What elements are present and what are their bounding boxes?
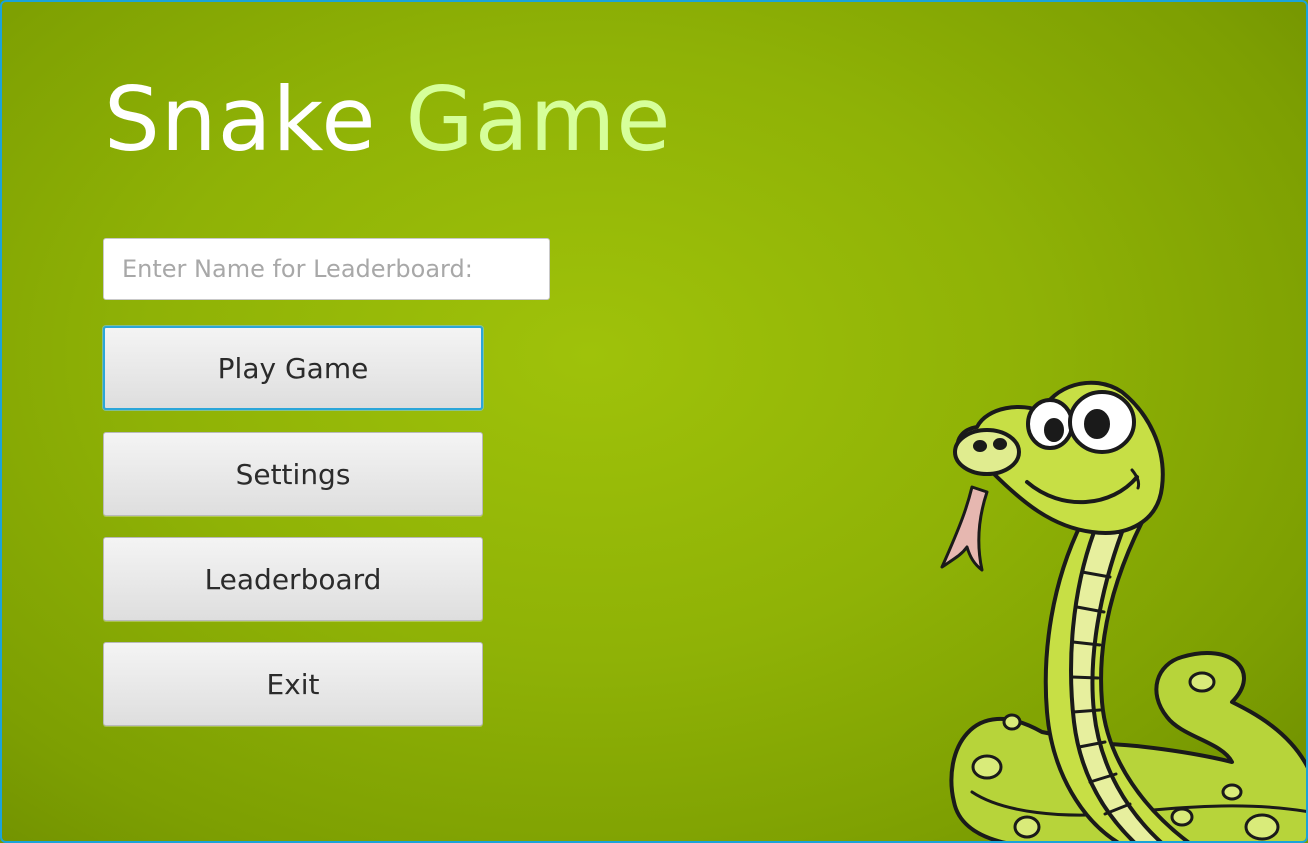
play-game-label: Play Game <box>217 351 369 385</box>
play-game-button[interactable]: Play Game <box>103 326 483 410</box>
leaderboard-button[interactable]: Leaderboard <box>103 537 483 621</box>
leaderboard-label: Leaderboard <box>204 562 382 596</box>
settings-label: Settings <box>235 457 351 491</box>
game-title: Snake Game <box>104 71 672 169</box>
settings-button[interactable]: Settings <box>103 432 483 516</box>
leaderboard-name-input[interactable] <box>103 238 550 300</box>
exit-label: Exit <box>266 667 320 701</box>
title-word-snake: Snake <box>104 68 377 171</box>
app-window: Snake Game Play Game Settings Leaderboar… <box>0 0 1308 843</box>
snake-mascot-icon <box>940 380 1306 841</box>
exit-button[interactable]: Exit <box>103 642 483 726</box>
title-word-game: Game <box>405 68 672 171</box>
